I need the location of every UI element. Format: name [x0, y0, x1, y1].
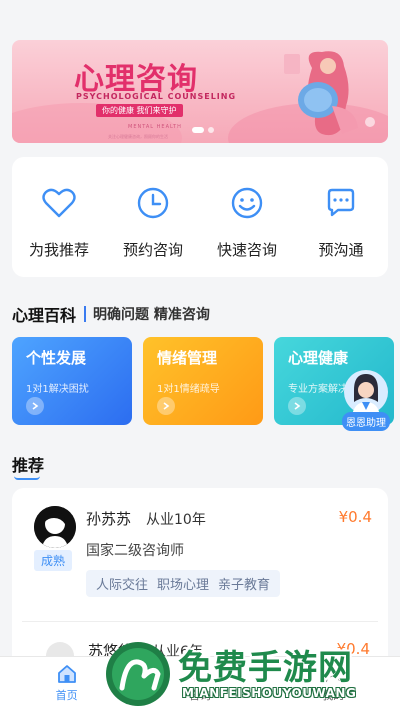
banner-mental-health: MENTAL HEALTH — [128, 124, 182, 130]
service-label: 预约咨询 — [122, 241, 183, 259]
promo-banner[interactable]: 心理咨询 PSYCHOLOGICAL COUNSELING 你的健康 我们来守护… — [12, 40, 388, 143]
assistant-avatar-icon — [344, 370, 388, 416]
clock-icon — [137, 187, 169, 219]
category-title: 个性发展 — [26, 349, 87, 367]
tag: 人际交往 — [96, 578, 149, 593]
chevron-right-icon[interactable] — [157, 397, 175, 415]
service-label: 快速咨询 — [216, 241, 277, 259]
pagination-dot — [208, 127, 214, 133]
tag: 职场心理 — [157, 578, 210, 593]
watermark-logo-icon — [106, 642, 170, 706]
smile-icon — [231, 187, 263, 219]
chat-icon — [327, 188, 355, 217]
avatar — [34, 506, 76, 548]
recommend-header: 推荐 — [12, 452, 45, 480]
pagination-dot-active — [192, 127, 204, 133]
service-recommend-for-me[interactable]: 为我推荐 — [19, 183, 99, 277]
category-title: 心理健康 — [288, 349, 349, 367]
counselor-experience: 从业10年 — [146, 512, 206, 528]
section-header-encyclopedia: 心理百科 明确问题 精准咨询 — [12, 302, 210, 326]
service-quick-consult[interactable]: 快速咨询 — [207, 183, 287, 277]
category-desc: 1对1情绪疏导 — [157, 384, 220, 395]
category-card-emotion[interactable]: 情绪管理 1对1情绪疏导 — [143, 337, 263, 425]
level-badge: 成熟 — [34, 550, 73, 571]
watermark: 免费手游网 MIANFEISHOUYOUWANG — [100, 636, 400, 711]
recommend-underline — [14, 476, 40, 480]
banner-fine-print: 关注心理健康咨询，照顾你的生活 — [108, 134, 168, 139]
tag: 亲子教育 — [218, 578, 271, 593]
service-pre-communication[interactable]: 预沟通 — [301, 183, 381, 277]
chevron-right-icon[interactable] — [288, 397, 306, 415]
section-divider — [84, 306, 87, 322]
section-title: 心理百科 — [12, 306, 77, 325]
category-title: 情绪管理 — [157, 349, 218, 367]
category-desc: 1对1解决困扰 — [26, 384, 89, 395]
home-icon — [57, 665, 76, 683]
banner-tagline: 你的健康 我们来守护 — [96, 104, 183, 117]
counselor-tags: 人际交往 职场心理 亲子教育 — [86, 570, 281, 597]
banner-pagination — [192, 127, 214, 133]
chevron-right-icon[interactable] — [26, 397, 44, 415]
watermark-domain: MIANFEISHOUYOUWANG — [182, 686, 357, 700]
banner-subtitle: PSYCHOLOGICAL COUNSELING — [76, 92, 237, 101]
counselor-name: 孙苏苏 — [86, 510, 132, 528]
tab-label: 首页 — [55, 689, 78, 702]
service-label: 为我推荐 — [28, 241, 89, 259]
counselor-price: ¥0.4 — [338, 508, 372, 526]
section-subtitle: 明确问题 精准咨询 — [93, 307, 210, 323]
category-card-personality[interactable]: 个性发展 1对1解决困扰 — [12, 337, 132, 425]
counselor-qualification: 国家二级咨询师 — [86, 543, 184, 559]
recommend-title: 推荐 — [12, 456, 45, 475]
heart-icon — [42, 188, 76, 218]
counselor-card[interactable]: 成熟 孙苏苏 从业10年 ¥0.4 国家二级咨询师 人际交往 职场心理 亲子教育 — [22, 488, 378, 622]
assistant-floating-button[interactable]: 恩恩助理 — [340, 368, 392, 432]
assistant-label: 恩恩助理 — [342, 412, 390, 431]
tab-home[interactable]: 首页 — [27, 657, 107, 711]
quick-services: 为我推荐 预约咨询 快速咨询 预沟通 — [12, 157, 388, 277]
service-label: 预沟通 — [318, 241, 364, 259]
service-appointment[interactable]: 预约咨询 — [113, 183, 193, 277]
banner-illustration — [284, 51, 375, 136]
watermark-text: 免费手游网 — [178, 648, 353, 688]
